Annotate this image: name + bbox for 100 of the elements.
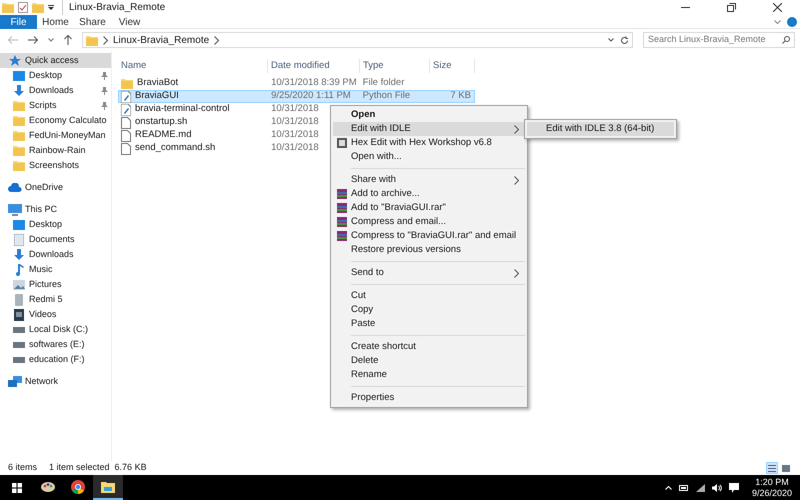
menu-item[interactable]: Restore previous versions bbox=[333, 243, 525, 257]
large-icons-view-button[interactable] bbox=[780, 462, 792, 474]
nav-item[interactable]: OneDrive bbox=[0, 180, 111, 195]
menu-item[interactable]: Send to bbox=[333, 266, 525, 280]
folder-icon bbox=[121, 78, 133, 89]
nav-item[interactable]: Desktop bbox=[0, 217, 111, 232]
forward-arrow-icon[interactable] bbox=[28, 36, 38, 44]
file-icon bbox=[121, 116, 131, 128]
palette-icon bbox=[41, 480, 55, 492]
chevron-down-icon[interactable] bbox=[48, 38, 54, 42]
pin-icon bbox=[101, 102, 108, 110]
menu-item[interactable]: Compress and email... bbox=[333, 215, 525, 229]
nav-item[interactable]: This PC bbox=[0, 202, 111, 217]
nav-item[interactable]: Pictures bbox=[0, 277, 111, 292]
nav-item[interactable]: FedUni-MoneyMan bbox=[0, 128, 111, 143]
help-icon[interactable] bbox=[787, 16, 797, 26]
nav-item[interactable]: Scripts bbox=[0, 98, 111, 113]
python-file-icon bbox=[121, 90, 131, 102]
notification-icon[interactable] bbox=[728, 482, 739, 492]
file-name: BraviaGUI bbox=[135, 89, 179, 104]
menu-item[interactable]: Open bbox=[333, 108, 525, 122]
properties-icon[interactable] bbox=[18, 2, 28, 13]
menu-item[interactable]: Copy bbox=[333, 303, 525, 317]
menu-item[interactable]: Delete bbox=[333, 354, 525, 368]
ribbon-tab[interactable]: Share bbox=[74, 14, 111, 28]
star-icon bbox=[9, 54, 21, 66]
nav-item[interactable]: Documents bbox=[0, 232, 111, 247]
file-name: BraviaBot bbox=[137, 76, 178, 90]
file-row[interactable]: BraviaBot 10/31/2018 8:39 PM File folder bbox=[118, 77, 475, 90]
menu-item[interactable]: Hex Edit with Hex Workshop v6.8 bbox=[333, 136, 525, 150]
chevron-down-icon[interactable] bbox=[608, 38, 614, 42]
wifi-icon[interactable] bbox=[696, 484, 705, 492]
nav-item[interactable]: Music bbox=[0, 262, 111, 277]
file-size: 7 KB bbox=[450, 90, 471, 102]
folder-icon bbox=[101, 480, 115, 492]
nav-item[interactable]: Downloads bbox=[0, 83, 111, 98]
menu-item[interactable]: Edit with IDLE bbox=[333, 122, 525, 136]
ribbon-tab[interactable]: Home bbox=[37, 14, 74, 28]
nav-item[interactable]: education (F:) bbox=[0, 352, 111, 367]
file-row[interactable]: BraviaGUI 9/25/2020 1:11 PM Python File 7 KB bbox=[118, 90, 475, 103]
menu-item[interactable]: Open with... bbox=[333, 150, 525, 164]
nav-item[interactable]: Local Disk (C:) bbox=[0, 322, 111, 337]
menu-item[interactable]: Add to archive... bbox=[333, 187, 525, 201]
folder-icon bbox=[13, 160, 25, 171]
item-count: 6 items bbox=[8, 461, 38, 474]
menu-item[interactable]: Edit with IDLE 3.8 (64-bit) bbox=[527, 122, 674, 136]
menu-item[interactable]: Properties bbox=[333, 391, 525, 405]
menu-item[interactable]: Create shortcut bbox=[333, 340, 525, 354]
address-bar[interactable]: Linux-Bravia_Remote bbox=[82, 32, 633, 48]
clock[interactable]: 1:20 PM 9/26/2020 bbox=[752, 476, 792, 498]
volume-icon[interactable] bbox=[712, 484, 722, 492]
ribbon-tab[interactable]: File bbox=[0, 14, 37, 28]
pictures-icon bbox=[13, 280, 25, 290]
nav-item[interactable]: Redmi 5 bbox=[0, 292, 111, 307]
date-modified: 9/25/2020 1:11 PM bbox=[271, 90, 351, 102]
phone-icon bbox=[15, 294, 23, 306]
nav-item[interactable]: Screenshots bbox=[0, 158, 111, 173]
menu-item[interactable]: Share with bbox=[333, 173, 525, 187]
file-name: send_command.sh bbox=[135, 141, 216, 156]
nav-item[interactable]: Economy Calculato bbox=[0, 113, 111, 128]
desktop-icon bbox=[13, 220, 25, 230]
column-header[interactable]: Size bbox=[430, 59, 475, 73]
pin-icon bbox=[101, 72, 108, 80]
up-arrow-icon[interactable] bbox=[64, 35, 72, 45]
menu-item[interactable]: Paste bbox=[333, 317, 525, 331]
music-note-icon bbox=[14, 264, 24, 276]
nav-item[interactable]: Desktop bbox=[0, 68, 111, 83]
column-header[interactable]: Name bbox=[118, 59, 268, 73]
restore-icon bbox=[726, 3, 736, 12]
menu-item[interactable]: Add to "BraviaGUI.rar" bbox=[333, 201, 525, 215]
details-view-button[interactable] bbox=[766, 462, 778, 474]
nav-item[interactable]: Network bbox=[0, 374, 111, 389]
breadcrumb-link[interactable]: Linux-Bravia_Remote bbox=[113, 32, 210, 48]
file-icon bbox=[121, 130, 131, 142]
nav-item[interactable]: Quick access bbox=[0, 53, 111, 68]
dropdown-icon[interactable] bbox=[48, 4, 54, 10]
refresh-icon[interactable] bbox=[620, 36, 629, 44]
menu-item[interactable]: Cut bbox=[333, 289, 525, 303]
date-modified: 10/31/2018 bbox=[271, 116, 319, 128]
nav-item[interactable]: Rainbow-Rain bbox=[0, 143, 111, 158]
drive-icon bbox=[13, 356, 25, 362]
folder-icon bbox=[86, 34, 98, 46]
menu-item[interactable]: Rename bbox=[333, 368, 525, 382]
column-header[interactable]: Type bbox=[360, 59, 430, 73]
battery-icon[interactable] bbox=[678, 484, 689, 490]
nav-item[interactable]: Videos bbox=[0, 307, 111, 322]
archive-icon bbox=[337, 203, 347, 213]
window-title: Linux-Bravia_Remote bbox=[62, 0, 166, 15]
nav-item[interactable]: Downloads bbox=[0, 247, 111, 262]
taskbar-app[interactable] bbox=[93, 475, 123, 500]
column-header[interactable]: Date modified bbox=[268, 59, 360, 73]
chevron-up-icon[interactable] bbox=[664, 486, 672, 490]
nav-item[interactable]: softwares (E:) bbox=[0, 337, 111, 352]
menu-item[interactable]: Compress to "BraviaGUI.rar" and email bbox=[333, 229, 525, 243]
date-modified: 10/31/2018 bbox=[271, 103, 319, 114]
search-field[interactable]: Search Linux-Bravia_Remote bbox=[643, 32, 795, 48]
file-type: Python File bbox=[362, 90, 410, 102]
ribbon-tab[interactable]: View bbox=[111, 14, 148, 28]
chevron-down-icon[interactable] bbox=[774, 20, 781, 24]
date-modified: 10/31/2018 bbox=[271, 129, 319, 140]
